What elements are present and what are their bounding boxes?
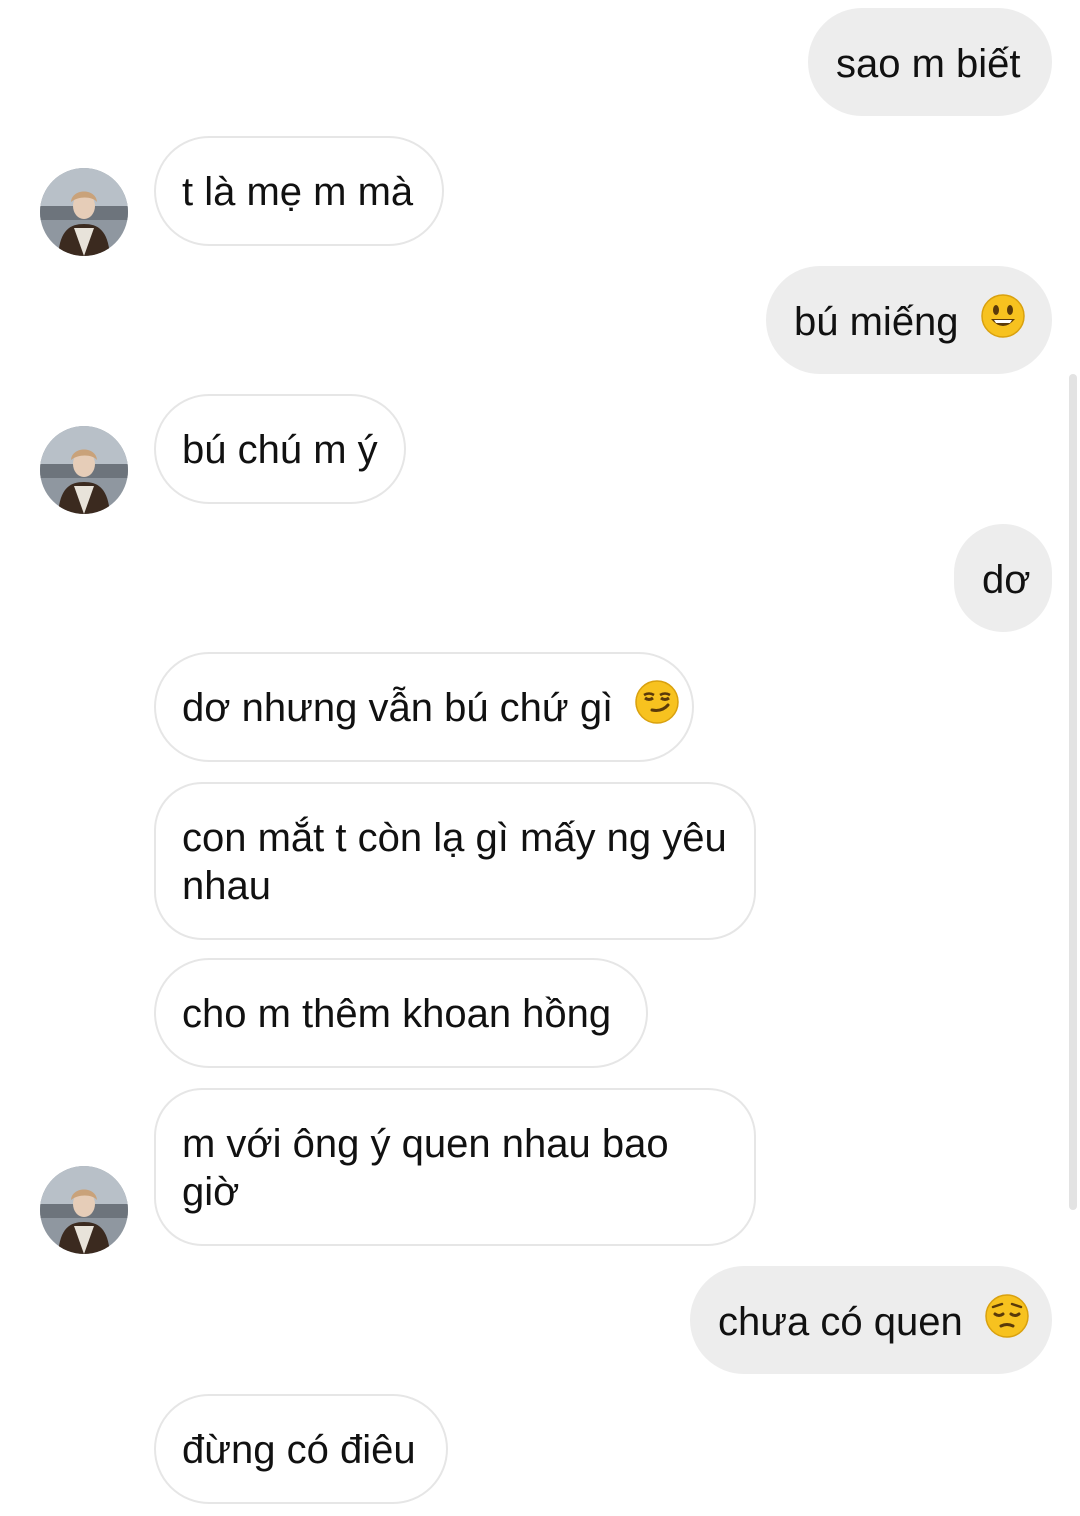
message-text: dơ xyxy=(982,558,1031,602)
message-text: chưa có quen xyxy=(718,1300,963,1344)
message-bubble-incoming[interactable]: dơ nhưng vẫn bú chứ gì xyxy=(154,652,694,762)
message-bubble-incoming[interactable]: đừng có điêu xyxy=(154,1394,448,1504)
message-text: m với ông ý quen nhau bao giờ xyxy=(182,1122,669,1214)
message-bubble-incoming[interactable]: m với ông ý quen nhau bao giờ xyxy=(154,1088,756,1246)
contact-avatar[interactable] xyxy=(40,426,128,514)
message-text: cho m thêm khoan hồng xyxy=(182,992,612,1036)
message-text: sao m biết xyxy=(836,42,1021,86)
message-bubble-incoming[interactable]: t là mẹ m mà xyxy=(154,136,444,246)
grinning-face-emoji xyxy=(980,293,1026,350)
contact-avatar[interactable] xyxy=(40,168,128,256)
smirking-face-emoji xyxy=(634,679,680,736)
message-bubble-incoming[interactable]: bú chú m ý xyxy=(154,394,406,504)
message-bubble-outgoing[interactable]: dơ xyxy=(954,524,1052,632)
message-text: bú miếng xyxy=(794,300,959,344)
message-bubble-outgoing[interactable]: sao m biết xyxy=(808,8,1052,116)
message-text: con mắt t còn lạ gì mấy ng yêu nhau xyxy=(182,816,727,908)
message-bubble-outgoing[interactable]: chưa có quen xyxy=(690,1266,1052,1374)
message-bubble-incoming[interactable]: con mắt t còn lạ gì mấy ng yêu nhau xyxy=(154,782,756,940)
message-text: đừng có điêu xyxy=(182,1428,416,1472)
message-bubble-outgoing[interactable]: bú miếng xyxy=(766,266,1052,374)
message-text: t là mẹ m mà xyxy=(182,170,414,214)
message-bubble-incoming[interactable]: cho m thêm khoan hồng xyxy=(154,958,648,1068)
message-text: bú chú m ý xyxy=(182,428,378,472)
contact-avatar[interactable] xyxy=(40,1166,128,1254)
message-text: dơ nhưng vẫn bú chứ gì xyxy=(182,686,614,730)
chat-thread[interactable]: sao m biết t là mẹ m mà bú miếng bú chú … xyxy=(0,0,1080,1516)
scrollbar-thumb[interactable] xyxy=(1069,374,1077,1210)
pensive-face-emoji xyxy=(984,1293,1030,1350)
